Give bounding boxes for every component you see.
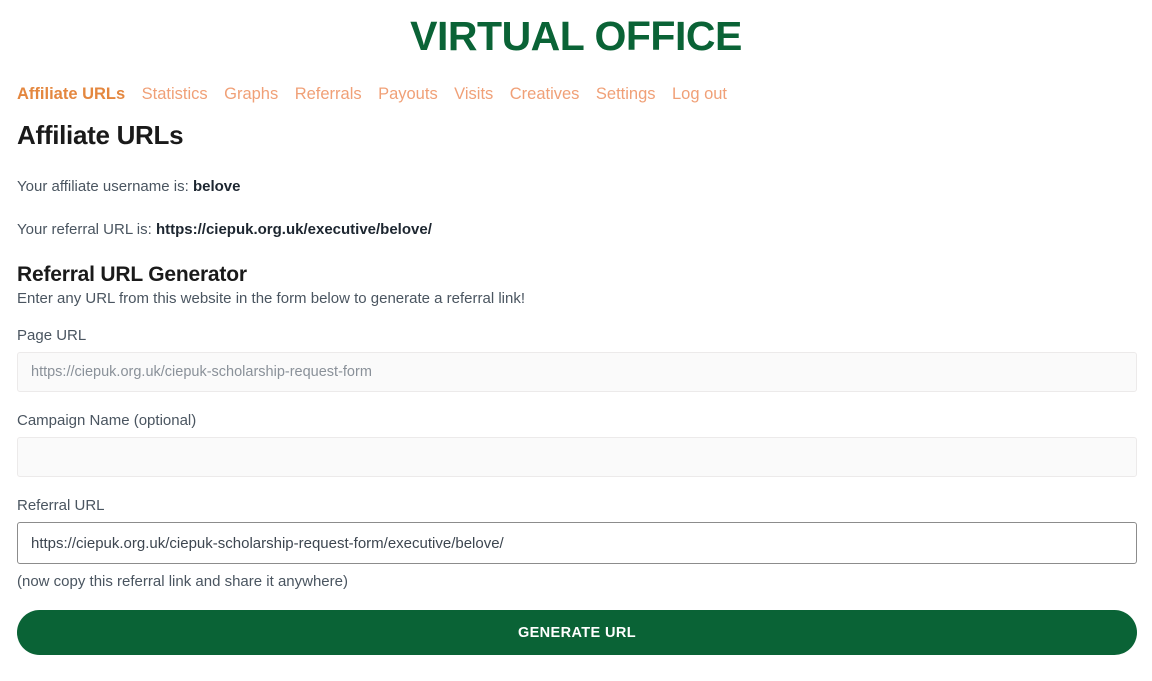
campaign-name-input[interactable]	[17, 437, 1137, 478]
referral-url-value: https://ciepuk.org.uk/executive/belove/	[155, 221, 432, 239]
nav-item-visits[interactable]: Visits	[454, 86, 493, 103]
nav-item-log-out[interactable]: Log out	[672, 86, 727, 103]
page-url-label: Page URL	[17, 327, 87, 345]
generator-heading: Referral URL Generator	[17, 263, 247, 287]
main-navigation: Affiliate URLs Statistics Graphs Referra…	[0, 86, 1152, 103]
referral-url-input[interactable]	[17, 522, 1137, 565]
campaign-name-label: Campaign Name (optional)	[17, 412, 197, 430]
nav-item-settings[interactable]: Settings	[596, 86, 656, 103]
nav-item-affiliate-urls[interactable]: Affiliate URLs	[17, 86, 125, 103]
nav-item-graphs[interactable]: Graphs	[224, 86, 278, 103]
page-url-input[interactable]	[17, 352, 1137, 393]
nav-item-payouts[interactable]: Payouts	[378, 86, 438, 103]
referral-url-label: Your referral URL is:	[17, 221, 156, 239]
page-title: Affiliate URLs	[17, 120, 184, 151]
generate-url-button[interactable]: Generate URL	[17, 610, 1137, 656]
nav-item-creatives[interactable]: Creatives	[510, 86, 580, 103]
affiliate-urls-page: VIRTUAL OFFICE Affiliate URLs Statistics…	[0, 0, 1152, 681]
nav-item-referrals[interactable]: Referrals	[295, 86, 362, 103]
affiliate-username-label: Your affiliate username is:	[17, 178, 193, 196]
affiliate-username-value: belove	[192, 178, 241, 196]
affiliate-username-line: Your affiliate username is: belove	[17, 173, 1137, 201]
referral-url-field-label: Referral URL	[17, 497, 105, 515]
generator-subtitle: Enter any URL from this website in the f…	[17, 290, 526, 308]
copy-hint-text: (now copy this referral link and share i…	[17, 573, 348, 591]
site-title: VIRTUAL OFFICE	[410, 13, 742, 59]
main-content: Affiliate URLs Your affiliate username i…	[0, 120, 1152, 656]
referral-url-line: Your referral URL is: https://ciepuk.org…	[17, 216, 1137, 244]
nav-item-statistics[interactable]: Statistics	[142, 86, 208, 103]
